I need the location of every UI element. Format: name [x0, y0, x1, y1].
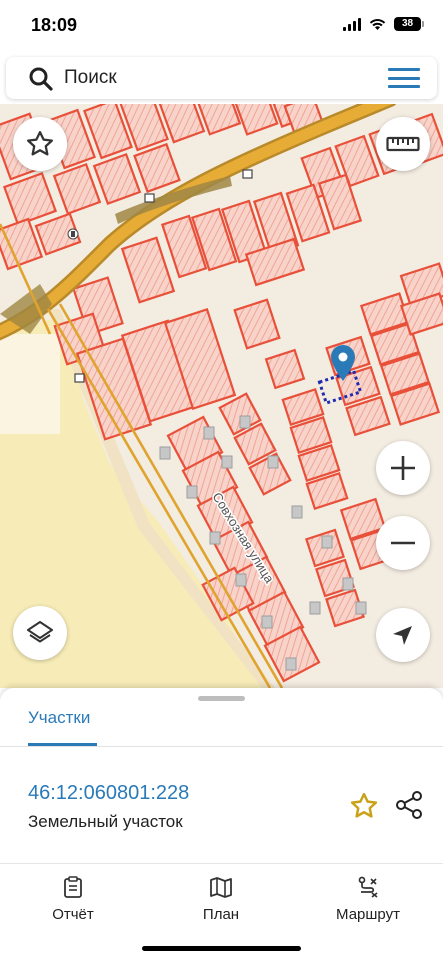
layers-button[interactable] [13, 606, 67, 660]
bottom-sheet: Участки 46:12:060801:228 Земельный участ… [0, 688, 443, 863]
search-icon[interactable] [28, 66, 54, 92]
locate-button[interactable] [376, 608, 430, 662]
sheet-grabber[interactable] [198, 696, 245, 701]
signal-icon [343, 17, 361, 31]
bottom-nav: Отчёт План Маршрут [0, 863, 443, 960]
map-icon [210, 877, 232, 898]
home-indicator [142, 946, 301, 951]
report-icon [64, 876, 82, 898]
nav-plan[interactable]: План [166, 876, 276, 923]
status-icons: 38 [343, 17, 424, 31]
nav-report-label: Отчёт [52, 906, 94, 923]
nav-plan-label: План [202, 906, 240, 923]
parcel-type-label: Земельный участок [28, 812, 183, 831]
zoom-in-icon [391, 456, 415, 480]
zoom-out-icon [391, 541, 415, 545]
status-bar: 18:09 38 [0, 0, 443, 52]
ruler-icon [386, 136, 420, 152]
menu-icon[interactable] [388, 68, 420, 88]
status-time: 18:09 [31, 15, 78, 35]
map-view[interactable]: Совхозная улица [0, 104, 443, 688]
zoom-in-button[interactable] [376, 441, 430, 495]
share-icon[interactable] [394, 790, 424, 820]
map-canvas[interactable]: Совхозная улица [0, 104, 443, 688]
battery-indicator: 38 [394, 17, 424, 31]
search-bar [6, 57, 437, 99]
zoom-out-button[interactable] [376, 516, 430, 570]
wifi-icon [369, 18, 386, 30]
star-icon [27, 131, 53, 156]
parcel-cadastral-number[interactable]: 46:12:060801:228 [28, 782, 189, 805]
locate-arrow-icon [393, 626, 412, 645]
tab-parcels[interactable]: Участки [28, 708, 90, 728]
location-pin-icon[interactable] [330, 344, 356, 382]
route-icon [358, 876, 378, 898]
ruler-button[interactable] [376, 117, 430, 171]
search-input[interactable] [64, 65, 364, 91]
favorite-star-icon[interactable] [349, 791, 379, 821]
nav-route-label: Маршрут [336, 906, 400, 923]
favorites-button[interactable] [13, 117, 67, 171]
nav-report[interactable]: Отчёт [18, 876, 128, 923]
tab-divider [0, 746, 443, 747]
layers-icon [27, 621, 53, 643]
nav-route[interactable]: Маршрут [313, 876, 423, 923]
